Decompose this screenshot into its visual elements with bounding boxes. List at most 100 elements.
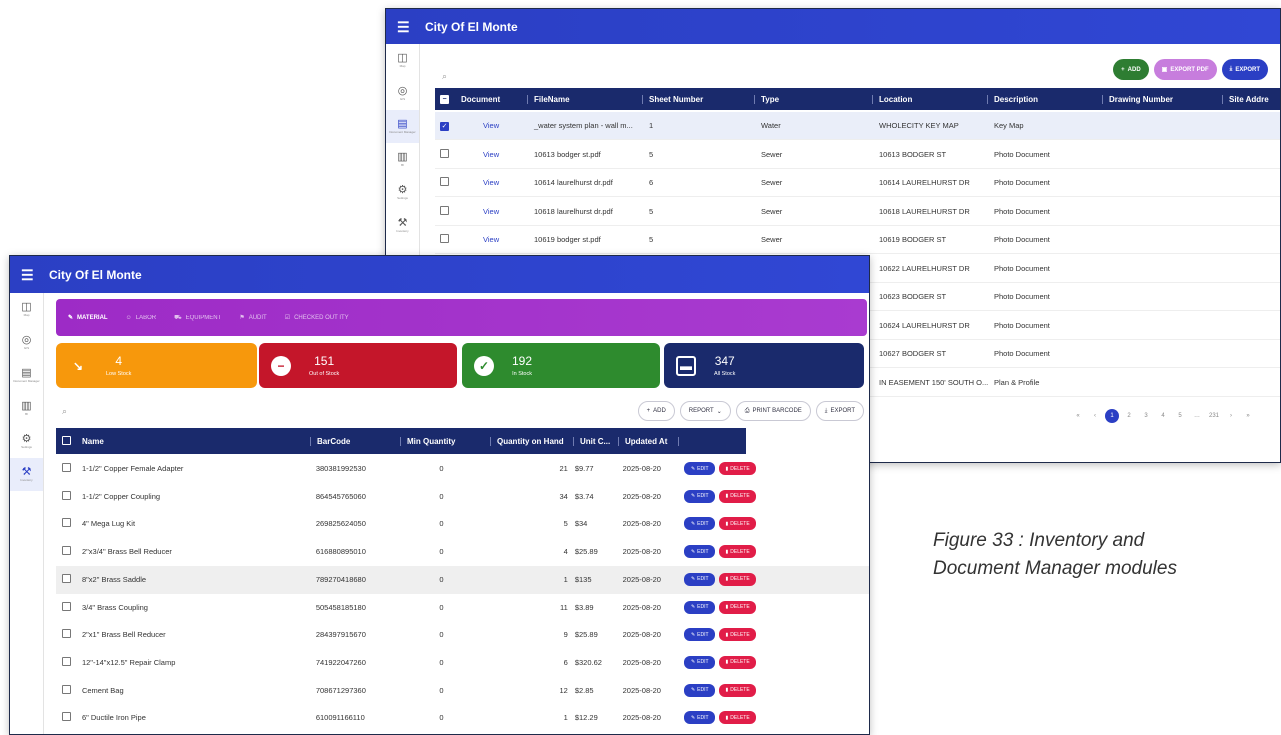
- delete-button[interactable]: ▮ DELETE: [719, 517, 756, 531]
- card-all-stock[interactable]: ▬ 347 All Stock: [664, 343, 864, 388]
- rail-item-map[interactable]: ◫ Map: [386, 44, 419, 77]
- table-row[interactable]: 8"x2" Brass Saddle 789270418680 0 1 $135 2025…: [56, 566, 756, 593]
- first-page-icon[interactable]: «: [1071, 409, 1085, 423]
- view-link[interactable]: View: [455, 150, 528, 159]
- row-checkbox[interactable]: [62, 601, 71, 611]
- page-link[interactable]: 2: [1122, 409, 1136, 423]
- card-in-stock[interactable]: ✓ 192 In Stock: [462, 343, 660, 388]
- edit-button[interactable]: ✎ EDIT: [684, 711, 716, 725]
- delete-button[interactable]: ▮ DELETE: [719, 572, 756, 586]
- view-link[interactable]: View: [455, 235, 528, 244]
- col-unit-cost[interactable]: Unit C...: [574, 436, 619, 446]
- rail-item-settings[interactable]: ⚙ Settings: [10, 425, 43, 458]
- add-button[interactable]: + ADD: [1113, 59, 1149, 80]
- edit-button[interactable]: ✎ EDIT: [684, 600, 716, 614]
- delete-button[interactable]: ▮ DELETE: [719, 545, 756, 559]
- col-updated-at[interactable]: Updated At: [619, 436, 679, 446]
- table-row[interactable]: 1-1/2" Copper Female Adapter 380381992530…: [56, 455, 756, 482]
- row-checkbox[interactable]: [62, 629, 71, 639]
- table-row[interactable]: View 10614 laurelhurst dr.pdf 6 Sewer 10614 …: [435, 169, 1280, 197]
- card-out-of-stock[interactable]: − 151 Out of Stock: [259, 343, 457, 388]
- next-page-icon[interactable]: ›: [1224, 409, 1238, 423]
- select-all-checkbox[interactable]: [62, 435, 71, 445]
- rail-item-settings[interactable]: ⚙ Settings: [386, 176, 419, 209]
- page-link[interactable]: 4: [1156, 409, 1170, 423]
- table-row[interactable]: View 10618 laurelhurst dr.pdf 5 Sewer 10618 …: [435, 198, 1280, 226]
- row-checkbox[interactable]: [62, 518, 71, 528]
- view-link[interactable]: View: [455, 121, 528, 130]
- rail-item-map[interactable]: ◫ Map: [10, 293, 43, 326]
- delete-button[interactable]: ▮ DELETE: [719, 683, 756, 697]
- table-row[interactable]: Cement Bag 708671297360 0 12 $2.85 2025-08-20…: [56, 677, 756, 704]
- col-site-address[interactable]: Site Addre: [1223, 95, 1280, 104]
- row-checkbox[interactable]: [62, 656, 71, 666]
- col-location[interactable]: Location: [873, 94, 988, 104]
- export-pdf-button[interactable]: ▣ EXPORT PDF: [1153, 59, 1217, 80]
- rail-item-document-manager[interactable]: ▤ Document Manager: [386, 110, 419, 143]
- delete-button[interactable]: ▮ DELETE: [719, 655, 756, 669]
- card-low-stock[interactable]: ↘ 4 Low Stock: [56, 343, 257, 388]
- prev-page-icon[interactable]: ‹: [1088, 409, 1102, 423]
- col-name[interactable]: Name: [76, 436, 311, 446]
- row-checkbox[interactable]: [440, 234, 449, 243]
- view-link[interactable]: View: [455, 178, 528, 187]
- table-row[interactable]: 3/4" Brass Coupling 505458185180 0 11 $3.89 2…: [56, 594, 756, 621]
- view-link[interactable]: View: [455, 207, 528, 216]
- edit-button[interactable]: ✎ EDIT: [684, 489, 716, 503]
- row-checkbox[interactable]: [62, 684, 71, 694]
- menu-icon[interactable]: ☰: [397, 20, 413, 34]
- select-all-checkbox[interactable]: −: [440, 95, 449, 104]
- table-row[interactable]: 12"-14"x12.5" Repair Clamp 741922047260 0 6…: [56, 649, 756, 676]
- delete-button[interactable]: ▮ DELETE: [719, 489, 756, 503]
- edit-button[interactable]: ✎ EDIT: [684, 655, 716, 669]
- search-icon[interactable]: ⌕: [62, 406, 67, 417]
- col-min-quantity[interactable]: Min Quantity: [401, 436, 491, 446]
- col-filename[interactable]: FileName: [528, 94, 643, 104]
- table-row[interactable]: View 10613 bodger st.pdf 5 Sewer 10613 BODGE…: [435, 141, 1280, 169]
- edit-button[interactable]: ✎ EDIT: [684, 683, 716, 697]
- col-type[interactable]: Type: [755, 94, 873, 104]
- rail-item-gis[interactable]: ◎ GIS: [10, 326, 43, 359]
- row-checkbox[interactable]: [62, 463, 71, 472]
- table-row[interactable]: 2"x3/4" Brass Bell Reducer 616880895010 0 4…: [56, 538, 756, 565]
- col-description[interactable]: Description: [988, 94, 1103, 104]
- edit-button[interactable]: ✎ EDIT: [684, 462, 716, 475]
- rail-item-bi[interactable]: ▥ BI: [386, 143, 419, 176]
- table-row[interactable]: View 10619 bodger st.pdf 5 Sewer 10619 BODGE…: [435, 226, 1280, 254]
- col-drawing-number[interactable]: Drawing Number: [1103, 94, 1223, 104]
- delete-button[interactable]: ▮ DELETE: [719, 628, 756, 642]
- edit-button[interactable]: ✎ EDIT: [684, 572, 716, 586]
- table-row[interactable]: ✓ View _water system plan - wall m... 1 Wate…: [435, 112, 1280, 140]
- row-checkbox[interactable]: [62, 546, 71, 556]
- table-row[interactable]: 6" Ductile Iron Pipe 610091166110 0 1 $12.29…: [56, 704, 756, 731]
- print-barcode-button[interactable]: ⎙ PRINT BARCODE: [735, 401, 811, 421]
- page-link[interactable]: 5: [1173, 409, 1187, 423]
- tab-material[interactable]: ✎ MATERIAL: [68, 314, 108, 322]
- tab-checked-out[interactable]: ☑ CHECKED OUT ITY: [285, 314, 349, 322]
- col-sheet-number[interactable]: Sheet Number: [643, 94, 755, 104]
- col-document[interactable]: Document: [455, 94, 528, 104]
- menu-icon[interactable]: ☰: [21, 268, 37, 282]
- row-checkbox[interactable]: [62, 712, 71, 722]
- edit-button[interactable]: ✎ EDIT: [684, 628, 716, 642]
- export-button[interactable]: ⤓ EXPORT: [815, 401, 864, 421]
- row-checkbox[interactable]: [440, 148, 449, 158]
- rail-item-inventory[interactable]: ⚒ Inventory: [386, 209, 419, 242]
- row-checkbox[interactable]: ✓: [440, 121, 449, 131]
- table-row[interactable]: 2"x1" Brass Bell Reducer 284397915670 0 9 $2…: [56, 621, 756, 648]
- tab-audit[interactable]: ⚑ AUDIT: [239, 314, 266, 322]
- rail-item-gis[interactable]: ◎ GIS: [386, 77, 419, 110]
- tab-equipment[interactable]: ⛟ EQUIPMENT: [174, 314, 221, 322]
- page-link[interactable]: 3: [1139, 409, 1153, 423]
- last-page-icon[interactable]: »: [1241, 409, 1255, 423]
- add-button[interactable]: + ADD: [637, 401, 675, 421]
- delete-button[interactable]: ▮ DELETE: [719, 711, 756, 725]
- report-button[interactable]: REPORT ⌄: [679, 401, 731, 421]
- table-row[interactable]: 4" Mega Lug Kit 269825624050 0 5 $34 2025-08-…: [56, 510, 756, 537]
- row-checkbox[interactable]: [440, 205, 449, 215]
- edit-button[interactable]: ✎ EDIT: [684, 545, 716, 559]
- search-icon[interactable]: ⌕: [442, 71, 447, 82]
- edit-button[interactable]: ✎ EDIT: [684, 517, 716, 531]
- table-row[interactable]: 1-1/2" Copper Coupling 864545765060 0 34 $3.…: [56, 483, 756, 510]
- row-checkbox[interactable]: [440, 177, 449, 186]
